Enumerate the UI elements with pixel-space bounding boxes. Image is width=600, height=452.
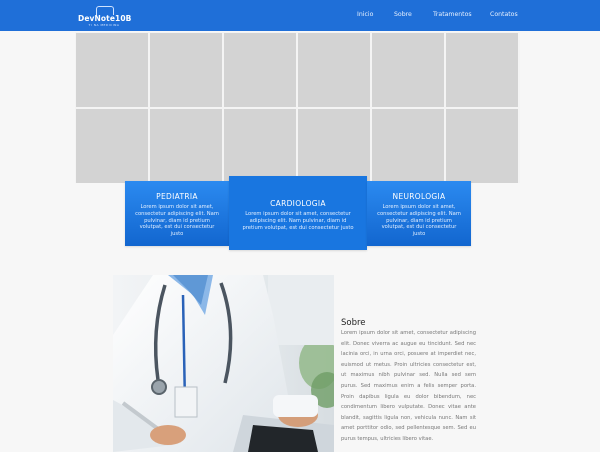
gallery-image-placeholder — [446, 33, 518, 107]
brand-name: DevNote10B — [78, 14, 132, 23]
gallery-image-placeholder — [372, 33, 444, 107]
nav-link-tratamentos[interactable]: Tratamentos — [433, 11, 472, 18]
specialty-card-cardiologia[interactable]: CARDIOLOGIA Lorem ipsum dolor sit amet, … — [229, 176, 367, 250]
doctor-photo — [113, 275, 334, 452]
gallery-image-placeholder — [76, 33, 148, 107]
specialty-title: PEDIATRIA — [156, 192, 198, 201]
nav-link-inicio[interactable]: Inicio — [357, 11, 373, 18]
logo[interactable]: DevNote10B TI NA MEDICINA — [78, 6, 132, 27]
gallery-image-placeholder — [224, 33, 296, 107]
nav-link-contatos[interactable]: Contatos — [490, 11, 518, 18]
gallery-image-placeholder — [372, 109, 444, 183]
gallery-image-placeholder — [150, 33, 222, 107]
about-heading: Sobre — [341, 318, 366, 328]
nav-link-sobre[interactable]: Sobre — [394, 11, 412, 18]
about-paragraph: Lorem ipsum dolor sit amet, consectetur … — [341, 330, 476, 442]
image-gallery — [75, 32, 520, 183]
specialty-title: NEUROLOGIA — [392, 192, 446, 201]
specialty-description: Lorem ipsum dolor sit amet, consectetur … — [377, 204, 461, 238]
specialty-card-neurologia[interactable]: NEUROLOGIA Lorem ipsum dolor sit amet, c… — [367, 181, 471, 246]
gallery-image-placeholder — [298, 33, 370, 107]
header-bar: DevNote10B TI NA MEDICINA Inicio Sobre T… — [0, 0, 600, 31]
specialty-description: Lorem ipsum dolor sit amet, consectetur … — [135, 204, 219, 238]
gallery-image-placeholder — [150, 109, 222, 183]
specialty-description: Lorem ipsum dolor sit amet, consectetur … — [242, 211, 354, 231]
gallery-image-placeholder — [446, 109, 518, 183]
doctor-illustration — [113, 275, 334, 452]
gallery-image-placeholder — [298, 109, 370, 183]
gallery-image-placeholder — [224, 109, 296, 183]
specialty-card-pediatria[interactable]: PEDIATRIA Lorem ipsum dolor sit amet, co… — [125, 181, 229, 246]
specialty-title: CARDIOLOGIA — [270, 199, 326, 208]
brand-tagline: TI NA MEDICINA — [88, 23, 120, 27]
gallery-image-placeholder — [76, 109, 148, 183]
